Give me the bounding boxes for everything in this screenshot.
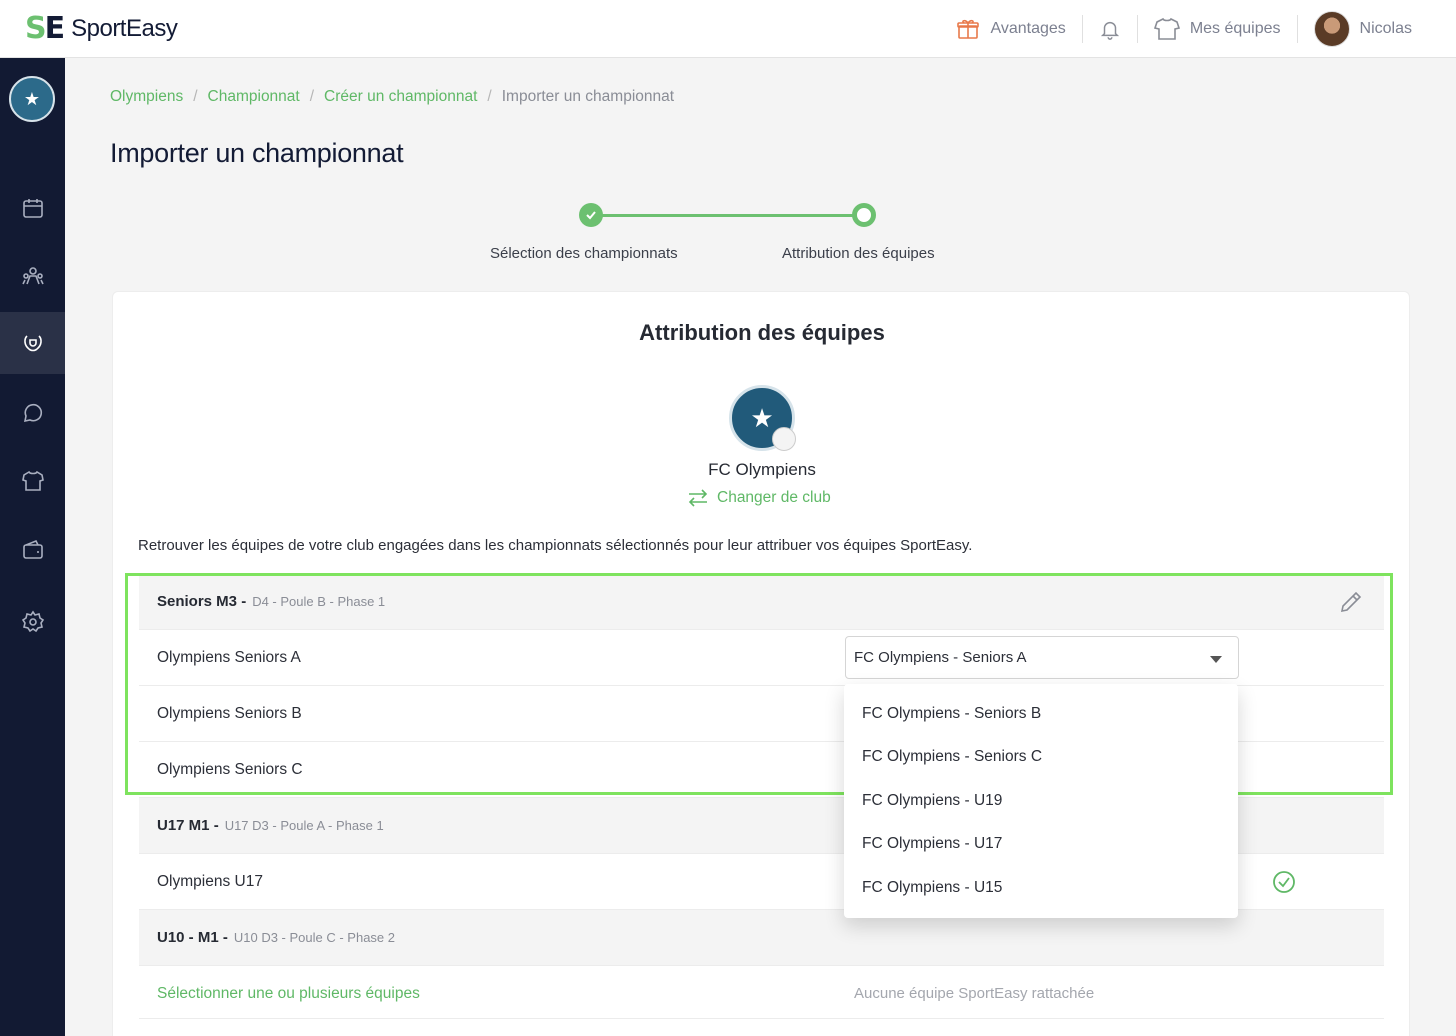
change-club-link[interactable]: Changer de club	[687, 489, 831, 507]
top-nav: Avantages Mes équipes Nicolas	[940, 0, 1428, 58]
group-header: Seniors M3 - D4 - Poule B - Phase 1	[139, 574, 1384, 630]
breadcrumb-separator: /	[309, 88, 315, 105]
check-icon	[586, 211, 596, 220]
card-footer	[139, 1018, 1384, 1036]
step-label-selection: Sélection des championnats	[490, 245, 678, 262]
bell-icon	[1100, 21, 1119, 40]
team-dropdown-menu: FC Olympiens - Seniors B FC Olympiens - …	[844, 684, 1238, 918]
my-teams-link[interactable]: Mes équipes	[1138, 14, 1297, 44]
team-icon	[21, 267, 44, 285]
group-name: U10 - M1 -	[157, 929, 228, 946]
perks-link[interactable]: Avantages	[940, 14, 1081, 44]
step-done-indicator	[579, 203, 603, 227]
team-select-value: FC Olympiens - Seniors A	[854, 649, 1027, 666]
gift-icon	[957, 19, 980, 39]
breadcrumb-separator: /	[487, 88, 492, 105]
sidebar-item-settings[interactable]	[0, 591, 65, 653]
club-badge[interactable]: ★	[9, 76, 55, 122]
logo-mark: SE	[25, 11, 66, 46]
intro-text: Retrouver les équipes de votre club enga…	[138, 537, 973, 554]
group-name: Seniors M3 -	[157, 593, 247, 610]
no-team-status: Aucune équipe SportEasy rattachée	[854, 985, 1095, 1002]
group-meta: U10 D3 - Poule C - Phase 2	[233, 930, 395, 945]
page-title: Importer un championnat	[110, 138, 404, 168]
swap-icon	[688, 489, 708, 507]
dropdown-option[interactable]: FC Olympiens - Seniors C	[844, 736, 1238, 780]
user-menu[interactable]: Nicolas	[1298, 11, 1428, 47]
dropdown-option[interactable]: FC Olympiens - U19	[844, 779, 1238, 823]
sidebar-item-calendar[interactable]	[0, 177, 65, 239]
group-name: U17 M1 -	[157, 817, 219, 834]
team-select[interactable]: FC Olympiens - Seniors A	[845, 636, 1239, 679]
assignment-card: Attribution des équipes ★ FC Olympiens C…	[112, 291, 1410, 1036]
sidebar-item-chat[interactable]	[0, 382, 65, 444]
dropdown-option[interactable]: FC Olympiens - Seniors B	[844, 692, 1238, 736]
breadcrumb-item-club[interactable]: Olympiens	[110, 88, 183, 106]
chat-icon	[23, 403, 42, 423]
select-teams-link[interactable]: Sélectionner une ou plusieurs équipes	[157, 985, 420, 1003]
team-name: Olympiens Seniors C	[157, 760, 303, 778]
dropdown-option[interactable]: FC Olympiens - U15	[844, 866, 1238, 910]
group-meta: U17 D3 - Poule A - Phase 1	[224, 818, 384, 833]
group-header: U10 - M1 - U10 D3 - Poule C - Phase 2	[139, 910, 1384, 966]
breadcrumb-item-championship[interactable]: Championnat	[208, 88, 300, 106]
breadcrumb-item-create[interactable]: Créer un championnat	[324, 88, 477, 106]
star-icon: ★	[750, 402, 774, 433]
calendar-icon	[22, 199, 43, 218]
trophy-icon	[23, 335, 42, 352]
caret-down-icon	[1210, 656, 1222, 663]
pencil-icon[interactable]	[1338, 589, 1364, 615]
club-logo: ★	[729, 385, 796, 451]
step-current-indicator	[852, 203, 876, 227]
my-teams-label: Mes équipes	[1189, 20, 1281, 37]
team-name: Olympiens Seniors B	[157, 704, 302, 722]
team-row: Olympiens Seniors A FC Olympiens - Senio…	[139, 630, 1384, 686]
logo-text: SportEasy	[71, 15, 178, 42]
check-circle-icon	[1273, 871, 1295, 893]
notifications-button[interactable]	[1083, 14, 1137, 44]
avatar	[1313, 11, 1350, 47]
sidebar-item-wallet[interactable]	[0, 519, 65, 581]
breadcrumb: Olympiens / Championnat / Créer un champ…	[110, 88, 674, 106]
club-name: FC Olympiens	[708, 460, 816, 479]
team-name: Olympiens Seniors A	[157, 648, 301, 666]
sidebar-item-championship[interactable]	[0, 312, 65, 374]
wallet-icon	[22, 539, 43, 559]
sidebar: ★	[0, 58, 65, 1036]
shirt-icon	[1153, 17, 1180, 40]
perks-label: Avantages	[990, 20, 1066, 37]
sidebar-item-kit[interactable]	[0, 450, 65, 512]
breadcrumb-separator: /	[193, 88, 198, 105]
card-title: Attribution des équipes	[639, 320, 885, 345]
rooster-badge-icon	[772, 427, 796, 451]
group-meta: D4 - Poule B - Phase 1	[252, 594, 386, 609]
team-name: Olympiens U17	[157, 872, 263, 890]
breadcrumb-current: Importer un championnat	[501, 88, 675, 105]
stepper-line	[591, 214, 864, 217]
top-bar: SE SportEasy Avantages Mes équipes Nicol…	[0, 0, 1456, 58]
step-label-assignment: Attribution des équipes	[782, 245, 935, 262]
team-row: Sélectionner une ou plusieurs équipes Au…	[139, 966, 1384, 1022]
dropdown-option[interactable]: FC Olympiens - U17	[844, 823, 1238, 867]
shirt-icon	[21, 470, 44, 491]
sporteasy-logo[interactable]: SE SportEasy	[25, 11, 178, 46]
settings-icon	[21, 610, 44, 633]
stepper: Sélection des championnats Attribution d…	[480, 203, 960, 273]
sidebar-item-team[interactable]	[0, 245, 65, 307]
change-club-label: Changer de club	[717, 489, 831, 506]
user-name: Nicolas	[1359, 20, 1412, 37]
